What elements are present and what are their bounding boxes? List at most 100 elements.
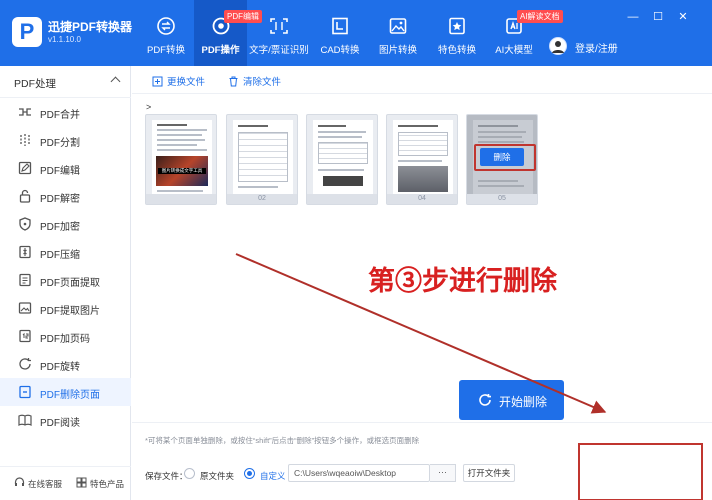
- page-image: [398, 166, 448, 192]
- page-number: 02: [227, 194, 297, 204]
- nav-label: 特色转换: [437, 45, 476, 56]
- nav-label: PDF操作: [201, 45, 240, 56]
- radio-original-folder-label: 原文件夹: [200, 471, 235, 481]
- shield-icon: [19, 217, 31, 231]
- sidebar-item-label: PDF合并: [40, 110, 80, 121]
- bottom-panel: *可将某个页面单独删除，或按住“shift”后点击“删除”按钮多个操作，或框选页…: [132, 422, 712, 500]
- rotate-icon: [19, 358, 31, 370]
- app-version: v1.1.10.0: [48, 35, 81, 44]
- page-number: [307, 194, 377, 204]
- start-delete-label: 开始删除: [499, 395, 548, 409]
- page-number: 04: [387, 194, 457, 204]
- sidebar-item-compress[interactable]: PDF压缩: [0, 238, 131, 266]
- chevron-up-icon: [110, 76, 121, 87]
- sidebar-item-label: PDF删除页面: [40, 390, 100, 401]
- refresh-icon: [479, 394, 491, 406]
- sidebar-item-label: PDF加页码: [40, 334, 90, 345]
- clear-file-button[interactable]: 清除文件: [228, 74, 281, 88]
- maximize-icon[interactable]: ☐: [651, 10, 665, 24]
- sidebar-item-split[interactable]: PDF分割: [0, 126, 131, 154]
- page-preview: 图片转换成文字工具: [152, 120, 212, 197]
- nav-ocr[interactable]: 文字/票证识别: [247, 0, 311, 66]
- compress-icon: [19, 245, 31, 259]
- sidebar-item-label: PDF提取图片: [40, 306, 100, 317]
- sidebar-header[interactable]: PDF处理: [0, 66, 131, 98]
- page-thumbnail[interactable]: [306, 114, 378, 205]
- nav-pdf-convert[interactable]: PDF转换: [138, 0, 194, 66]
- sidebar-item-label: PDF压缩: [40, 250, 80, 261]
- user-icon: [552, 41, 564, 53]
- replace-file-label: 更换文件: [167, 77, 206, 88]
- image-icon: [389, 18, 407, 34]
- page-number: [146, 194, 216, 204]
- login-register-link[interactable]: 登录/注册: [575, 40, 618, 55]
- sidebar-item-label: PDF编辑: [40, 166, 80, 177]
- highlight-box: [474, 144, 536, 171]
- start-delete-button[interactable]: 开始删除: [459, 380, 564, 420]
- nav-label: 文字/票证识别: [249, 45, 309, 56]
- read-icon: [18, 414, 32, 426]
- save-location-label: 保存文件：: [145, 471, 188, 481]
- extract-image-icon: [18, 302, 32, 314]
- page-thumbnail[interactable]: 图片转换成文字工具: [145, 114, 217, 205]
- save-path-input[interactable]: C:\Users\wqeaoiw\Desktop: [288, 464, 430, 482]
- sidebar-item-encrypt[interactable]: PDF加密: [0, 210, 131, 238]
- nav-label: PDF转换: [146, 45, 185, 56]
- nav-special-convert[interactable]: 特色转换: [428, 0, 486, 66]
- minimize-icon[interactable]: —: [626, 10, 640, 24]
- star-doc-icon: [449, 17, 465, 35]
- annotation-text: 第③步进行删除: [368, 266, 557, 296]
- sidebar-item-decrypt[interactable]: PDF解密: [0, 182, 131, 210]
- sidebar: PDF处理 PDF合并 PDF分割 PDF编辑 PDF解密 PDF加密 PDF压…: [0, 66, 131, 500]
- app-logo: P: [12, 17, 42, 47]
- avatar[interactable]: [549, 37, 567, 55]
- radio-custom-folder[interactable]: [244, 468, 255, 479]
- extract-page-icon: [19, 273, 31, 287]
- headset-icon: [14, 477, 25, 486]
- sidebar-title: PDF处理: [14, 78, 56, 90]
- nav-badge: AI解读文档: [517, 10, 563, 23]
- page-thumbnail[interactable]: 04: [386, 114, 458, 205]
- sidebar-item-extract-images[interactable]: PDF提取图片: [0, 294, 131, 322]
- highlight-box: [578, 443, 703, 500]
- scan-icon: [270, 18, 288, 34]
- page-thumbnail[interactable]: 02: [226, 114, 298, 205]
- page-table: [398, 132, 448, 156]
- sidebar-item-label: PDF旋转: [40, 362, 80, 373]
- browse-button[interactable]: ···: [430, 464, 456, 482]
- sidebar-item-edit[interactable]: PDF编辑: [0, 154, 131, 182]
- sidebar-footer: 在线客服 特色产品: [0, 466, 131, 500]
- page-preview: [233, 120, 293, 197]
- sidebar-item-delete-pages[interactable]: PDF删除页面: [0, 378, 131, 406]
- top-nav-bar: P 迅捷PDF转换器 v1.1.10.0 PDF转换 PDF操作 PDF编辑 文…: [0, 0, 712, 66]
- cad-icon: [332, 17, 348, 35]
- nav-label: AI大模型: [495, 45, 533, 56]
- add-file-icon: [152, 76, 163, 87]
- merge-icon: [19, 108, 31, 116]
- radio-custom-folder-label: 自定义: [260, 471, 286, 481]
- replace-file-button[interactable]: 更换文件: [152, 74, 205, 88]
- nav-cad-convert[interactable]: CAD转换: [312, 0, 368, 66]
- radio-original-folder[interactable]: [184, 468, 195, 479]
- trash-icon: [229, 76, 238, 87]
- page-number-icon: [19, 329, 31, 343]
- nav-label: 图片转换: [378, 45, 417, 56]
- page-table: [238, 132, 288, 182]
- sidebar-item-page-extract[interactable]: PDF页面提取: [0, 266, 131, 294]
- page-image-caption: 图片转换成文字工具: [158, 168, 206, 174]
- app-window: P 迅捷PDF转换器 v1.1.10.0 PDF转换 PDF操作 PDF编辑 文…: [0, 0, 712, 500]
- close-icon[interactable]: ✕: [676, 10, 690, 24]
- featured-products-link[interactable]: 特色产品: [90, 478, 124, 490]
- sidebar-item-rotate[interactable]: PDF旋转: [0, 350, 131, 378]
- sidebar-item-page-number[interactable]: PDF加页码: [0, 322, 131, 350]
- sidebar-item-label: PDF加密: [40, 222, 80, 233]
- online-service-link[interactable]: 在线客服: [28, 478, 62, 490]
- sidebar-item-merge[interactable]: PDF合并: [0, 98, 131, 126]
- unlock-icon: [19, 189, 31, 203]
- open-folder-button[interactable]: 打开文件夹: [463, 464, 515, 482]
- nav-image-convert[interactable]: 图片转换: [370, 0, 426, 66]
- breadcrumb: >: [146, 102, 152, 112]
- sidebar-item-label: PDF分割: [40, 138, 80, 149]
- page-image: [323, 176, 363, 186]
- sidebar-item-read[interactable]: PDF阅读: [0, 406, 131, 434]
